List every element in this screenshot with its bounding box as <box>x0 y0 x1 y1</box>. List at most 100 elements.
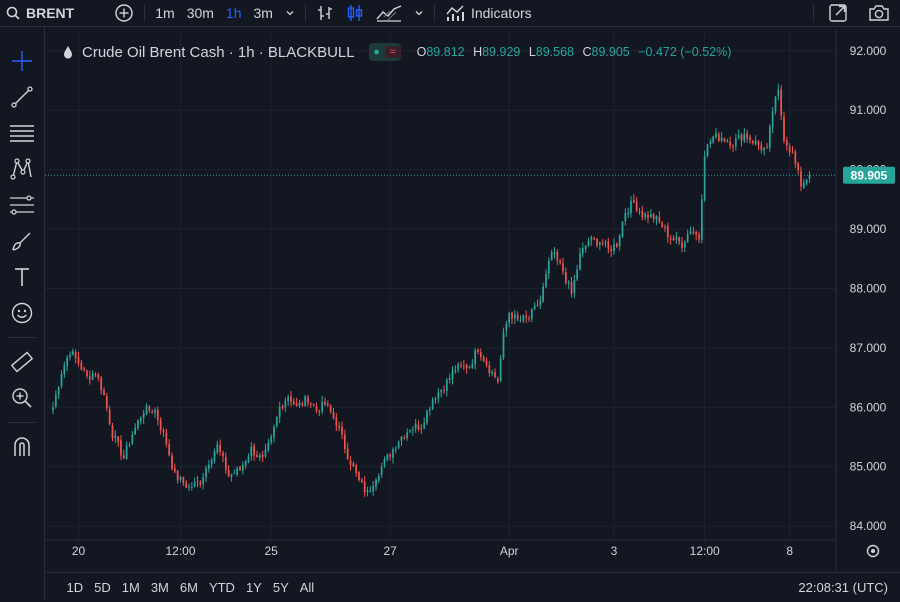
area-icon <box>376 5 402 22</box>
indicators-label: Indicators <box>470 5 532 21</box>
candle <box>304 394 307 408</box>
chevron-down-icon <box>415 11 423 16</box>
candle <box>703 150 706 203</box>
change-value: −0.472 (−0.52%) <box>638 45 732 59</box>
close-label: C <box>582 45 592 59</box>
market-open-icon: ● <box>373 46 380 58</box>
candles-button[interactable] <box>340 0 370 26</box>
interval-1h[interactable]: 1h <box>220 0 248 26</box>
chevron-down-icon <box>286 11 294 16</box>
status-badges[interactable]: ● ≈ <box>368 43 401 61</box>
open-label: O <box>416 45 427 59</box>
divider <box>433 4 435 22</box>
open-value: 89.812 <box>426 45 465 59</box>
series-title[interactable]: Crude Oil Brent Cash · 1h · BLACKBULL <box>82 44 355 61</box>
time-tick-label: 25 <box>264 544 278 558</box>
range-5d[interactable]: 5D <box>89 580 117 595</box>
candle <box>780 85 783 121</box>
range-6m[interactable]: 6M <box>174 580 203 595</box>
price-axis[interactable]: 92.00091.00090.00089.00088.00087.00086.0… <box>850 44 887 533</box>
price-chart[interactable]: 92.00091.00090.00089.00088.00087.00086.0… <box>45 27 900 572</box>
low-value: 89.568 <box>535 45 575 59</box>
candle <box>621 221 624 239</box>
magnet-tool[interactable] <box>0 429 44 465</box>
price-tick-label: 91.000 <box>850 103 887 117</box>
chart-legend: Crude Oil Brent Cash · 1h · BLACKBULL ● … <box>62 42 731 62</box>
chart-type-dropdown[interactable] <box>408 0 430 26</box>
pattern-icon <box>10 158 32 180</box>
time-tick-label: 12:00 <box>165 544 195 558</box>
search-icon <box>6 6 20 20</box>
top-toolbar: BRENT 1m 30m 1h 3m Indicators <box>0 0 900 27</box>
text-tool[interactable] <box>0 259 44 295</box>
bar-type-button[interactable] <box>310 0 340 26</box>
time-tick-label: 20 <box>72 544 86 558</box>
range-all[interactable]: All <box>294 580 319 595</box>
horizontal-lines-icon <box>10 125 34 142</box>
text-icon <box>15 268 29 286</box>
gear-icon-center <box>871 549 875 553</box>
crosshair-icon <box>12 51 32 71</box>
camera-icon <box>869 5 889 21</box>
low-label: L <box>528 45 536 59</box>
fullscreen-button[interactable] <box>818 0 858 26</box>
price-tick-label: 86.000 <box>850 400 887 414</box>
interval-dropdown[interactable] <box>279 0 301 26</box>
delayed-data-icon: ≈ <box>384 46 401 58</box>
horizontal-lines-tool[interactable] <box>0 115 44 151</box>
price-tick-label: 85.000 <box>850 460 887 474</box>
candle <box>768 124 771 152</box>
divider <box>304 4 306 22</box>
indicators-button[interactable]: Indicators <box>439 0 538 26</box>
area-button[interactable] <box>370 0 408 26</box>
compare-button[interactable] <box>108 0 140 26</box>
candle <box>700 194 703 244</box>
trend-line-tool[interactable] <box>0 79 44 115</box>
snapshot-button[interactable] <box>858 0 900 26</box>
interval-3m[interactable]: 3m <box>248 0 279 26</box>
utc-clock[interactable]: 22:08:31 (UTC) <box>798 580 888 595</box>
close-value: 89.905 <box>591 45 630 59</box>
range-3m[interactable]: 3M <box>145 580 174 595</box>
candle <box>783 111 785 144</box>
range-ytd[interactable]: YTD <box>203 580 240 595</box>
current-price-tag: 89.905 <box>843 166 895 184</box>
magnet-icon <box>14 437 30 456</box>
symbol-search[interactable]: BRENT <box>0 0 80 26</box>
zoom-in-icon <box>12 388 32 408</box>
candle <box>329 404 332 414</box>
emoji-tool[interactable] <box>0 295 44 331</box>
drawing-toolbar <box>0 27 45 601</box>
emoji-icon <box>11 302 33 324</box>
fib-tool[interactable] <box>0 187 44 223</box>
trend-line-icon <box>11 86 33 108</box>
time-tick-label: 3 <box>611 544 618 558</box>
current-price-label: 89.905 <box>851 168 888 182</box>
candles-icon <box>347 5 363 21</box>
high-value: 89.929 <box>482 45 521 59</box>
time-tick-label: 8 <box>786 544 793 558</box>
drop-icon <box>64 46 72 59</box>
plus-circle-icon <box>115 4 133 22</box>
fullscreen-icon <box>829 4 847 22</box>
pattern-tool[interactable] <box>0 151 44 187</box>
crosshair-tool[interactable] <box>0 43 44 79</box>
range-5y[interactable]: 5Y <box>267 580 294 595</box>
range-1y[interactable]: 1Y <box>240 580 267 595</box>
ruler-tool[interactable] <box>0 344 44 380</box>
candle <box>502 327 505 360</box>
range-1m[interactable]: 1M <box>116 580 145 595</box>
brush-tool[interactable] <box>0 223 44 259</box>
chart-background <box>45 27 900 572</box>
price-tick-label: 84.000 <box>850 519 887 533</box>
range-1d[interactable]: 1D <box>61 580 89 595</box>
interval-1m[interactable]: 1m <box>149 0 180 26</box>
bottom-toolbar: 1D 5D 1M 3M 6M YTD 1Y 5Y All 22:08:31 (U… <box>45 572 900 602</box>
interval-30m[interactable]: 30m <box>181 0 220 26</box>
high-label: H <box>473 45 483 59</box>
price-tick-label: 87.000 <box>850 341 887 355</box>
zoom-tool[interactable] <box>0 380 44 416</box>
candle <box>615 242 618 248</box>
brush-icon <box>12 232 31 251</box>
time-tick-label: Apr <box>500 544 519 558</box>
